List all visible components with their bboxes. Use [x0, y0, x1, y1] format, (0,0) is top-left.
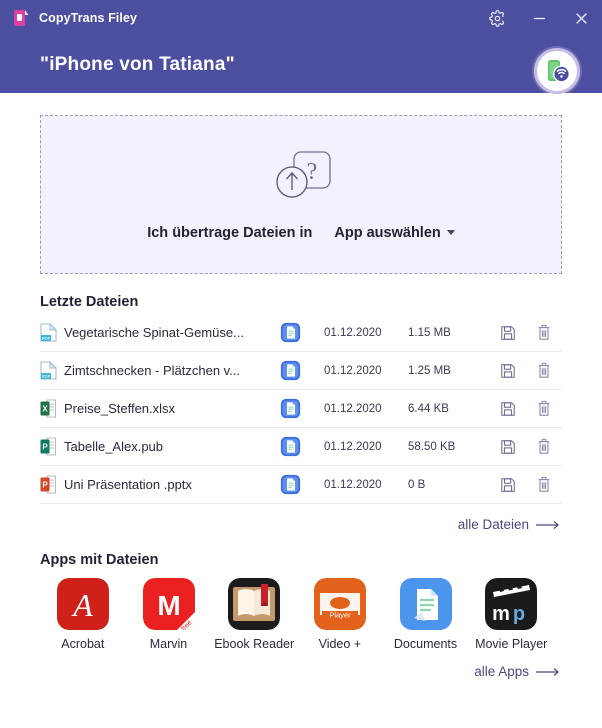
file-date: 01.12.2020 — [324, 440, 382, 453]
file-date: 01.12.2020 — [324, 364, 382, 377]
chevron-down-icon — [446, 229, 455, 235]
list-item[interactable]: Player Video + — [297, 578, 383, 651]
app-label: Ebook Reader — [214, 637, 295, 651]
floppy-save-icon[interactable] — [490, 325, 526, 341]
file-size: 1.25 MB — [408, 364, 451, 377]
file-name: Uni Präsentation .pptx — [64, 477, 192, 492]
file-name: Zimtschnecken - Plätzchen v... — [64, 363, 241, 378]
apps-heading: Apps mit Dateien — [40, 552, 159, 568]
documents-app-icon[interactable] — [280, 474, 324, 495]
table-row[interactable]: X Preise_Steffen.xlsx 01.12.2020 6.44 KB — [40, 390, 562, 428]
svg-text:PDF: PDF — [42, 336, 51, 341]
device-header: "iPhone von Tatiana" — [0, 36, 602, 94]
documents-app-icon[interactable] — [280, 436, 324, 457]
pdf-file-icon: PDF — [40, 323, 64, 342]
minimize-icon[interactable] — [518, 0, 560, 36]
list-item[interactable]: Mfree Marvin — [126, 578, 212, 651]
floppy-save-icon[interactable] — [490, 477, 526, 493]
app-label: Video + — [318, 637, 362, 651]
trash-delete-icon[interactable] — [526, 438, 562, 455]
svg-text:?: ? — [307, 159, 318, 185]
file-name: Preise_Steffen.xlsx — [64, 401, 176, 416]
table-row[interactable]: PDF Zimtschnecken - Plätzchen v... 01.12.2… — [40, 352, 562, 390]
recent-files-list: PDF Vegetarische Spinat-Gemüse... 01.12.20… — [40, 314, 562, 504]
list-item[interactable]: A Acrobat — [40, 578, 126, 651]
pdf-file-icon: PDF — [40, 361, 64, 380]
documents-app-icon[interactable] — [280, 398, 324, 419]
file-name: Tabelle_Alex.pub — [64, 439, 164, 454]
excel-file-icon: X — [40, 399, 64, 418]
all-files-link[interactable]: alle Dateien — [40, 517, 562, 532]
ebook-reader-app-icon — [228, 578, 281, 630]
close-icon[interactable] — [560, 0, 602, 36]
floppy-save-icon[interactable] — [490, 363, 526, 379]
all-apps-label: alle Apps — [474, 664, 529, 679]
copytrans-filey-window: CopyTrans Filey "iPhone von Tatiana" ? I… — [0, 0, 602, 728]
svg-text:P: P — [42, 443, 48, 452]
title-bar: CopyTrans Filey — [0, 0, 602, 36]
list-item[interactable]: Documents — [383, 578, 469, 651]
app-label: Movie Player — [475, 637, 548, 651]
svg-text:M: M — [157, 590, 180, 621]
floppy-save-icon[interactable] — [490, 401, 526, 417]
table-row[interactable]: PDF Vegetarische Spinat-Gemüse... 01.12.20… — [40, 314, 562, 352]
documents-app-icon[interactable] — [280, 322, 324, 343]
table-row[interactable]: P Tabelle_Alex.pub 01.12.2020 58.50 KB — [40, 428, 562, 466]
svg-text:p: p — [513, 603, 525, 625]
list-item[interactable]: Ebook Reader — [211, 578, 297, 651]
file-size: 58.50 KB — [408, 440, 456, 453]
floppy-save-icon[interactable] — [490, 439, 526, 455]
trash-delete-icon[interactable] — [526, 362, 562, 379]
gear-icon[interactable] — [476, 0, 518, 36]
file-date: 01.12.2020 — [324, 402, 382, 415]
trash-delete-icon[interactable] — [526, 476, 562, 493]
video-plus-app-icon: Player — [313, 578, 366, 630]
all-apps-link[interactable]: alle Apps — [40, 664, 562, 679]
app-select-label: App auswählen — [334, 225, 441, 241]
svg-text:X: X — [42, 405, 48, 414]
main-content: ? Ich übertrage Dateien in App auswählen… — [0, 93, 602, 728]
file-size: 0 B — [408, 478, 426, 491]
movie-player-app-icon: mp — [485, 578, 538, 630]
app-label: Marvin — [149, 637, 188, 651]
list-item[interactable]: m p Movie Player — [468, 578, 554, 651]
file-date: 01.12.2020 — [324, 326, 382, 339]
file-name: Vegetarische Spinat-Gemüse... — [64, 325, 244, 340]
window-controls — [476, 0, 602, 36]
arrow-right-icon — [536, 667, 562, 677]
svg-text:PDF: PDF — [42, 374, 51, 379]
file-size: 1.15 MB — [408, 326, 451, 339]
app-label: Documents — [393, 637, 458, 651]
documents-app-icon — [399, 578, 452, 630]
copytrans-logo-icon — [12, 9, 29, 28]
powerpoint-file-icon: P — [40, 475, 64, 494]
trash-delete-icon[interactable] — [526, 324, 562, 341]
file-dropzone[interactable]: ? Ich übertrage Dateien in App auswählen — [40, 115, 562, 274]
arrow-right-icon — [536, 520, 562, 530]
app-title: CopyTrans Filey — [39, 11, 138, 25]
upload-unknown-file-icon: ? — [272, 148, 334, 209]
dropzone-label: Ich übertrage Dateien in — [147, 225, 313, 241]
recent-files-heading: Letzte Dateien — [40, 294, 139, 310]
device-name: "iPhone von Tatiana" — [40, 53, 235, 75]
file-date: 01.12.2020 — [324, 478, 382, 491]
phone-wifi-connected-icon[interactable] — [534, 47, 580, 94]
apps-grid: A Acrobat Mfree Marvin Ebook Reader Player Vid… — [40, 578, 562, 651]
documents-app-icon[interactable] — [280, 360, 324, 381]
app-select-dropdown[interactable]: App auswählen — [334, 225, 455, 241]
publisher-file-icon: P — [40, 437, 64, 456]
acrobat-app-icon: A — [56, 578, 109, 630]
svg-text:P: P — [42, 481, 48, 490]
svg-text:Player: Player — [329, 611, 351, 620]
trash-delete-icon[interactable] — [526, 400, 562, 417]
file-size: 6.44 KB — [408, 402, 449, 415]
all-files-label: alle Dateien — [457, 517, 529, 532]
marvin-app-icon: Mfree — [142, 578, 195, 630]
app-label: Acrobat — [61, 637, 105, 651]
svg-text:A: A — [71, 587, 93, 623]
svg-text:m: m — [492, 603, 510, 625]
table-row[interactable]: P Uni Präsentation .pptx 01.12.2020 0 B — [40, 466, 562, 504]
